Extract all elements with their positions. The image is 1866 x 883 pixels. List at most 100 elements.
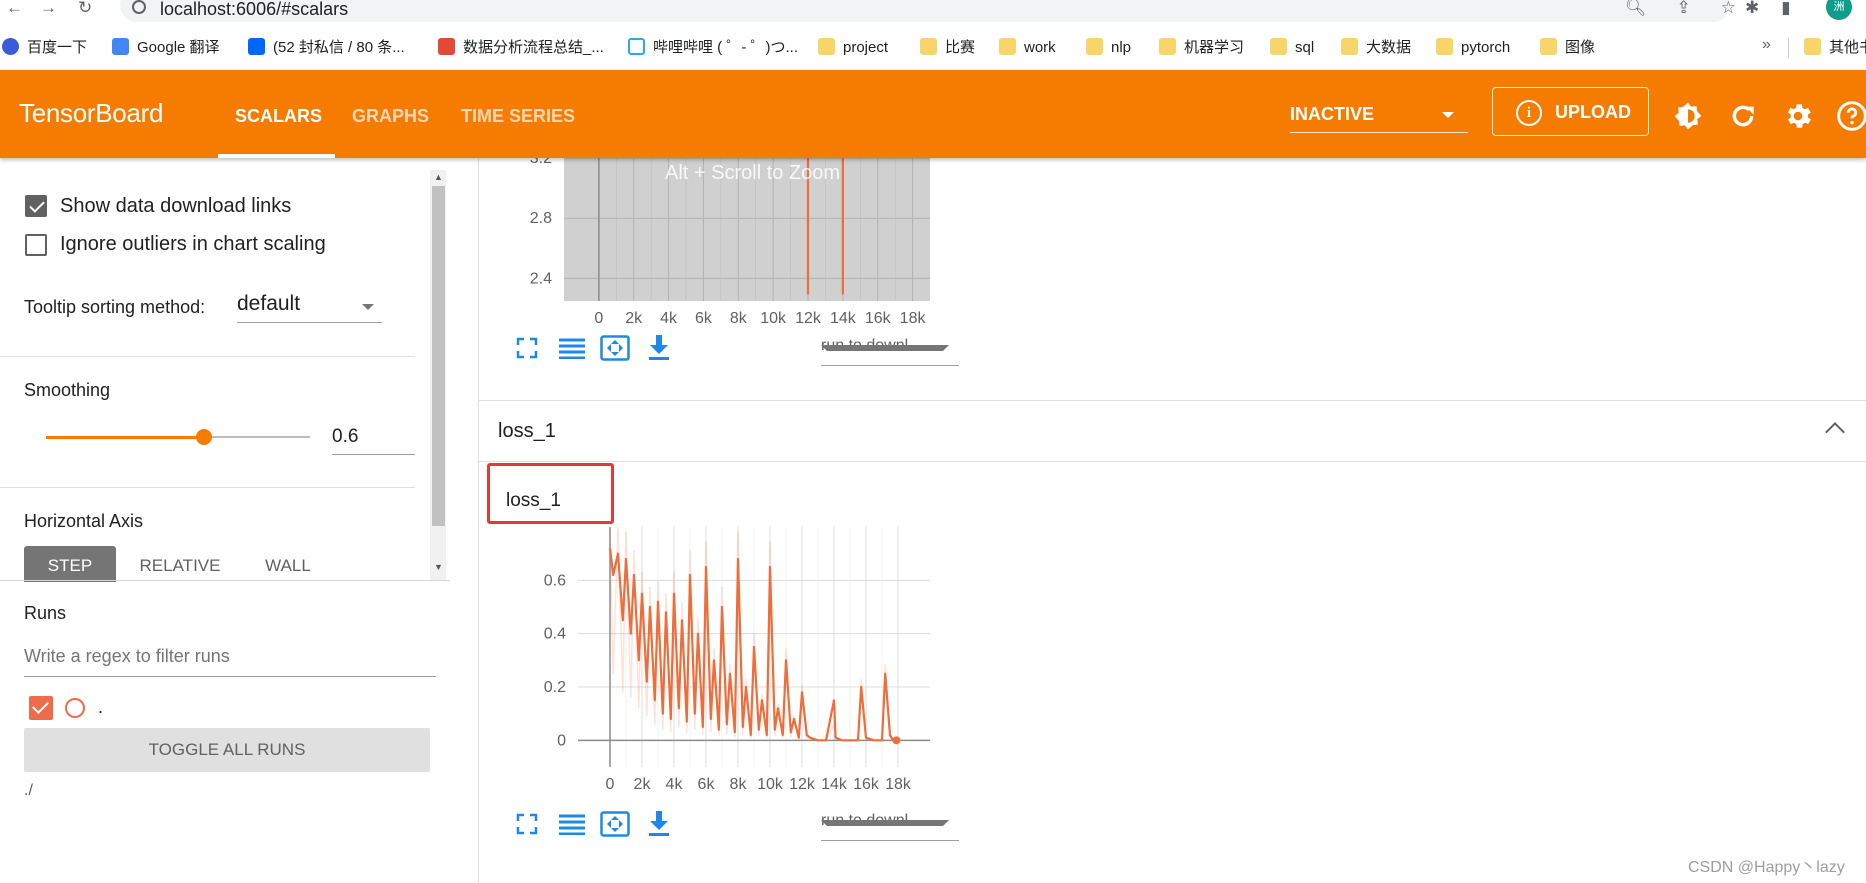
tooltip-sorting-value: default bbox=[237, 292, 301, 315]
haxis-relative-button[interactable]: RELATIVE bbox=[128, 546, 232, 582]
bookmark-folder-image[interactable]: 图像 bbox=[1540, 36, 1595, 60]
reload-icon[interactable]: ↻ bbox=[78, 0, 92, 16]
upload-button[interactable]: i UPLOAD bbox=[1492, 87, 1649, 136]
run-color-indicator[interactable] bbox=[65, 698, 85, 718]
bookmarks-overflow-button[interactable]: » bbox=[1762, 36, 1771, 54]
bookmark-google-translate[interactable]: Google 翻译 bbox=[112, 36, 220, 60]
y-tick-label: 0.6 bbox=[544, 572, 566, 589]
upload-label: UPLOAD bbox=[1555, 102, 1631, 122]
bookmark-folder-project[interactable]: project bbox=[818, 36, 888, 60]
bookmark-folder-competition[interactable]: 比赛 bbox=[920, 36, 975, 60]
browser-chrome: ← → ↻ localhost:6006/#scalars 🔍︎ ⇪ ☆ ✱ ▮… bbox=[0, 0, 1866, 70]
x-tick-label: 10k bbox=[760, 310, 787, 327]
smoothing-input[interactable]: 0.6 bbox=[332, 418, 415, 455]
forward-icon[interactable]: → bbox=[40, 0, 57, 16]
ignore-outliers-checkbox[interactable] bbox=[25, 234, 47, 256]
folder-icon bbox=[1804, 38, 1821, 55]
x-tick-label: 2k bbox=[625, 310, 643, 327]
side-panel-icon[interactable]: ▮ bbox=[1781, 0, 1790, 18]
x-tick-label: 12k bbox=[795, 310, 822, 327]
run-download-select[interactable]: run to downl... bbox=[821, 806, 959, 841]
zoom-icon[interactable]: 🔍︎ bbox=[1625, 0, 1647, 18]
x-tick-label: 6k bbox=[698, 776, 716, 793]
tab-scalars[interactable]: SCALARS bbox=[235, 106, 322, 127]
folder-icon bbox=[1159, 38, 1176, 55]
fit-domain-icon[interactable] bbox=[600, 335, 630, 361]
run-name: . bbox=[98, 697, 104, 717]
log-scale-icon[interactable] bbox=[559, 337, 585, 359]
bookmark-zhihu[interactable]: (52 封私信 / 80 条... bbox=[248, 36, 405, 60]
bookmark-folder-ml[interactable]: 机器学习 bbox=[1159, 36, 1244, 60]
chevron-down-icon bbox=[1442, 112, 1454, 118]
scroll-down-icon[interactable]: ▼ bbox=[434, 562, 443, 572]
active-tab-indicator bbox=[218, 154, 335, 158]
google-translate-icon bbox=[112, 38, 129, 55]
fullscreen-icon[interactable] bbox=[516, 337, 538, 359]
address-bar[interactable]: localhost:6006/#scalars bbox=[120, 0, 1730, 22]
x-tick-label: 4k bbox=[666, 776, 684, 793]
theme-toggle-icon[interactable] bbox=[1672, 100, 1704, 132]
runs-filter-input[interactable] bbox=[24, 640, 436, 677]
baidu-icon bbox=[2, 38, 19, 55]
bookmark-folder-pytorch[interactable]: pytorch bbox=[1436, 36, 1510, 60]
x-tick-label: 10k bbox=[757, 776, 784, 793]
tooltip-sorting-select[interactable]: default bbox=[237, 286, 382, 323]
chevron-up-icon[interactable] bbox=[1825, 422, 1845, 442]
fullscreen-icon[interactable] bbox=[516, 813, 538, 835]
log-scale-icon[interactable] bbox=[559, 813, 585, 835]
bookmark-folder-work[interactable]: work bbox=[999, 36, 1056, 60]
bookmark-folder-other[interactable]: 其他书 bbox=[1804, 36, 1866, 60]
folder-icon bbox=[1341, 38, 1358, 55]
x-tick-label: 4k bbox=[660, 310, 678, 327]
bookmarks-separator bbox=[1788, 38, 1789, 58]
run-status-value: INACTIVE bbox=[1290, 104, 1375, 124]
back-icon[interactable]: ← bbox=[6, 0, 23, 16]
download-icon[interactable] bbox=[648, 811, 670, 837]
x-tick-label: 8k bbox=[730, 310, 748, 327]
run-status-select[interactable]: INACTIVE bbox=[1290, 100, 1468, 133]
haxis-wall-button[interactable]: WALL bbox=[248, 546, 328, 582]
tensorboard-header: TensorBoard SCALARS GRAPHS TIME SERIES I… bbox=[0, 70, 1866, 158]
bookmark-baidu[interactable]: 百度一下 bbox=[2, 36, 87, 60]
tooltip-sorting-label: Tooltip sorting method: bbox=[24, 297, 206, 317]
profile-avatar[interactable]: 洲 bbox=[1826, 0, 1852, 20]
haxis-step-button[interactable]: STEP bbox=[24, 546, 116, 582]
y-tick-label: 3.2 bbox=[530, 158, 552, 167]
fit-domain-icon[interactable] bbox=[600, 811, 630, 837]
chart-2-container[interactable]: 0 2k 4k 6k 8k 10k 12k 14k 16k 18k 0 0.2 0.4 0.6 bbox=[520, 520, 970, 800]
bookmark-folder-sql[interactable]: sql bbox=[1270, 36, 1314, 60]
show-download-links-checkbox[interactable] bbox=[25, 195, 47, 217]
site-info-icon[interactable] bbox=[132, 0, 146, 14]
logdir-path: ./ bbox=[24, 782, 33, 799]
bookmark-folder-bigdata[interactable]: 大数据 bbox=[1341, 36, 1411, 60]
group-header-loss-1[interactable]: loss_1 bbox=[478, 401, 1866, 462]
runs-filter-field[interactable] bbox=[24, 646, 436, 667]
x-tick-label: 14k bbox=[830, 310, 857, 327]
x-tick-label: 16k bbox=[853, 776, 880, 793]
x-tick-label: 18k bbox=[900, 310, 927, 327]
gear-icon[interactable] bbox=[1782, 100, 1814, 132]
scroll-up-icon[interactable]: ▲ bbox=[434, 172, 443, 182]
url-text: localhost:6006/#scalars bbox=[160, 0, 349, 19]
toggle-all-runs-button[interactable]: TOGGLE ALL RUNS bbox=[24, 728, 430, 772]
download-icon[interactable] bbox=[648, 335, 670, 361]
help-icon[interactable] bbox=[1836, 100, 1866, 132]
run-download-select[interactable]: run to downl... bbox=[821, 331, 959, 366]
csdn-icon bbox=[438, 38, 455, 55]
tab-time-series[interactable]: TIME SERIES bbox=[461, 106, 575, 127]
star-icon[interactable]: ☆ bbox=[1721, 0, 1736, 18]
bookmark-csdn[interactable]: 数据分析流程总结_... bbox=[438, 36, 604, 60]
bookmark-folder-nlp[interactable]: nlp bbox=[1086, 36, 1131, 60]
tab-graphs[interactable]: GRAPHS bbox=[352, 106, 429, 127]
share-icon[interactable]: ⇪ bbox=[1677, 0, 1691, 18]
smoothing-value: 0.6 bbox=[332, 426, 359, 447]
folder-icon bbox=[1270, 38, 1287, 55]
chart-2[interactable]: 0 2k 4k 6k 8k 10k 12k 14k 16k 18k 0 0.2 0.4 0.6 bbox=[520, 520, 970, 800]
extensions-icon[interactable]: ✱ bbox=[1745, 0, 1759, 18]
reload-icon[interactable] bbox=[1727, 100, 1759, 132]
run-checkbox[interactable] bbox=[29, 696, 53, 720]
sidebar-scrollbar-thumb[interactable] bbox=[432, 186, 445, 526]
chevron-down-icon bbox=[821, 820, 949, 826]
watermark-text: CSDN @Happy丶lazy bbox=[1688, 859, 1845, 876]
bookmark-bilibili[interactable]: 哔哩哔哩 ( ゜- ゜)つ... bbox=[628, 36, 798, 60]
